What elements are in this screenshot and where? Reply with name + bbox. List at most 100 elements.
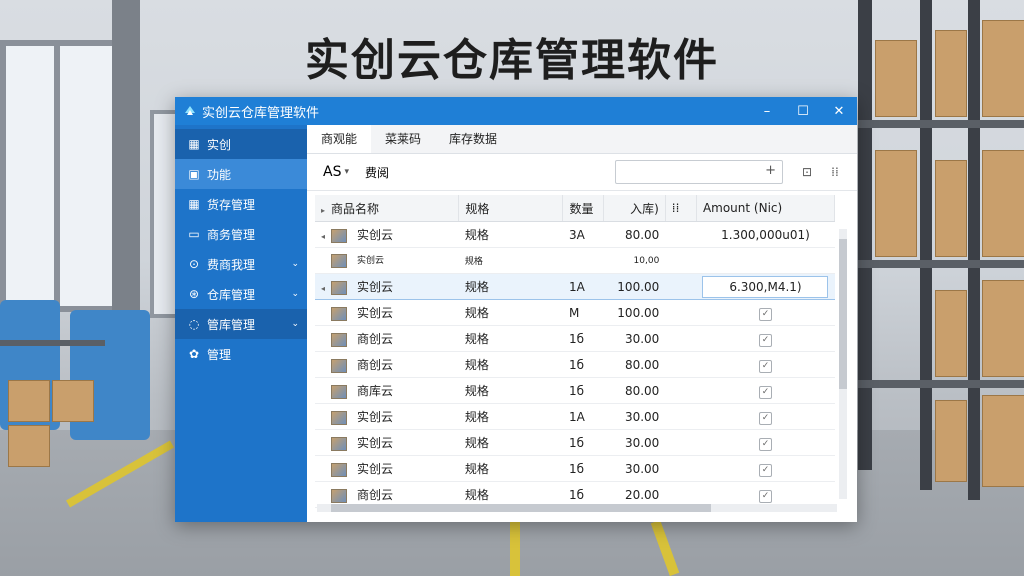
background-box — [982, 395, 1024, 487]
grid-icon: ▦ — [188, 197, 200, 211]
table-row[interactable]: ◂实创云规格1б30.00 ✓ — [315, 455, 835, 482]
cell-spec: 规格 — [458, 221, 563, 248]
table-row[interactable]: ◂商创云规格1б30.00 ✓ — [315, 325, 835, 352]
sidebar-item-business[interactable]: ▭ 商务管理 — [175, 219, 307, 249]
row-checkbox[interactable]: ✓ — [758, 489, 772, 503]
cell-spacer — [665, 247, 697, 274]
chevron-down-icon[interactable]: ▾ — [344, 167, 349, 177]
chevron-down-icon: ⌄ — [291, 259, 299, 269]
cell-amount: ✓ — [696, 377, 835, 404]
folder-icon: ▭ — [188, 227, 200, 241]
cell-qty: 3A — [562, 221, 604, 248]
plus-icon[interactable]: + — [765, 163, 776, 178]
sidebar: ▦ 实创 ▣ 功能 ▦ 货存管理 ▭ 商务管理 ⊙ 费商我理 ⌄ ⊛ 仓库管理 … — [175, 125, 307, 522]
filter-button[interactable]: 费阅 — [365, 164, 389, 181]
column-header-spec[interactable]: 规格 — [458, 195, 564, 222]
cell-spacer — [665, 429, 697, 456]
cell-spec: 规格 — [458, 247, 563, 274]
table-row[interactable]: ◂商创云规格1б80.00 ✓ — [315, 351, 835, 378]
chevron-down-icon: ⌄ — [291, 289, 299, 299]
column-header-in[interactable]: 入库) — [603, 195, 666, 222]
background-box — [875, 150, 917, 257]
sidebar-item-warehouse[interactable]: ⊛ 仓库管理 ⌄ — [175, 279, 307, 309]
caret-left-icon[interactable]: ◂ — [321, 284, 325, 293]
amount-edit-field[interactable]: 6.300,M4.1) — [702, 275, 829, 298]
table-row[interactable]: ◂实创云规格M100.00 ✓ — [315, 299, 835, 326]
caret-left-icon[interactable]: ◂ — [321, 232, 325, 241]
product-thumbnail — [331, 280, 348, 295]
column-header-amount[interactable]: Amount (Nic) — [696, 195, 836, 222]
row-checkbox[interactable]: ✓ — [758, 463, 772, 477]
tab-bar: 商观能 菜莱码 库存数据 — [307, 125, 857, 154]
scroll-thumb[interactable] — [331, 504, 711, 512]
cell-spec: 规格 — [458, 273, 563, 300]
background-box — [982, 280, 1024, 377]
product-thumbnail — [331, 436, 348, 451]
maximize-button[interactable]: ☐ — [785, 104, 821, 119]
amount-value: 1.300,000u01) — [721, 227, 810, 242]
minimize-button[interactable]: – — [749, 104, 785, 119]
product-name: 商创云 — [357, 488, 394, 502]
sidebar-item-stock[interactable]: ▦ 货存管理 — [175, 189, 307, 219]
product-name: 实创云 — [357, 410, 394, 424]
sidebar-item-label: 功能 — [207, 167, 232, 182]
cell-amount: ✓ — [696, 325, 835, 352]
tab-features[interactable]: 商观能 — [307, 125, 372, 153]
table-row[interactable]: ◂实创云规格1A30.00 ✓ — [315, 403, 835, 430]
row-checkbox[interactable]: ✓ — [758, 411, 772, 425]
cell-qty: M — [562, 299, 604, 326]
close-button[interactable]: ✕ — [821, 104, 857, 119]
cell-spec: 规格 — [458, 403, 563, 430]
horizontal-scrollbar[interactable] — [317, 504, 837, 512]
table-row[interactable]: ◂实创云规格 10,00 — [315, 247, 835, 274]
sidebar-item-functions[interactable]: ▣ 功能 — [175, 159, 307, 189]
table-row[interactable]: ◂商库云规格1б80.00 ✓ — [315, 377, 835, 404]
more-icon[interactable]: ⁞⁞ — [821, 165, 849, 179]
tab-inventory-data[interactable]: 库存数据 — [435, 125, 511, 153]
background-box — [935, 160, 967, 257]
vertical-scrollbar[interactable] — [839, 229, 847, 499]
table-row[interactable]: ◂实创云规格1б30.00 ✓ — [315, 429, 835, 456]
box-icon: ▣ — [188, 167, 200, 181]
cell-in: 80.00 — [603, 377, 666, 404]
row-checkbox[interactable]: ✓ — [758, 437, 772, 451]
column-options-icon[interactable]: ⁞⁞ — [665, 195, 697, 222]
row-checkbox[interactable]: ✓ — [758, 307, 772, 321]
table-header-row: ▸ 商品名称 规格 数量 入库) ⁞⁞ Amount (Nic) — [315, 195, 836, 222]
row-checkbox[interactable]: ✓ — [758, 333, 772, 347]
as-selector[interactable]: AS — [323, 164, 341, 180]
search-input[interactable]: + — [615, 160, 783, 184]
product-name: 实创云 — [357, 280, 394, 294]
cell-in: 80.00 — [603, 221, 666, 248]
cell-amount: ✓ — [696, 403, 835, 430]
row-checkbox[interactable]: ✓ — [758, 385, 772, 399]
floor-line — [510, 520, 520, 576]
sidebar-item-admin[interactable]: ✿ 管理 — [175, 339, 307, 369]
cell-qty: 1б — [562, 325, 604, 352]
table-row[interactable]: ◂ 实创云 规格 1A 100.00 6.300,M4.1) — [315, 273, 835, 300]
background-box — [8, 425, 50, 467]
cell-name: ◂实创云 — [315, 455, 459, 482]
row-checkbox[interactable]: ✓ — [758, 359, 772, 373]
tab-barcode[interactable]: 菜莱码 — [371, 125, 435, 153]
background-shelf — [858, 260, 1024, 268]
sidebar-item-expense[interactable]: ⊙ 费商我理 ⌄ — [175, 249, 307, 279]
sidebar-item-depot[interactable]: ◌ 管库管理 ⌄ — [175, 309, 307, 339]
cell-amount: ✓ — [696, 299, 835, 326]
export-icon[interactable]: ⊡ — [793, 165, 821, 179]
sidebar-item-label: 商务管理 — [207, 227, 256, 242]
cell-spacer — [665, 351, 697, 378]
product-name: 实创云 — [357, 436, 394, 450]
column-header-qty[interactable]: 数量 — [562, 195, 605, 222]
background-shelf — [0, 340, 105, 346]
sidebar-item-label: 管理 — [207, 347, 232, 362]
cell-name: ◂商库云 — [315, 377, 459, 404]
cell-qty: 1б — [562, 429, 604, 456]
scroll-thumb[interactable] — [839, 239, 847, 389]
cell-in: 30.00 — [603, 429, 666, 456]
title-bar[interactable]: 实创云仓库管理软件 – ☐ ✕ — [175, 97, 857, 125]
sidebar-item-home[interactable]: ▦ 实创 — [175, 129, 307, 159]
cell-name: ◂实创云 — [315, 429, 459, 456]
table-row[interactable]: ◂ 实创云 规格 3A 80.00 1.300,000u01) — [315, 221, 835, 248]
column-header-name[interactable]: ▸ 商品名称 — [315, 195, 460, 222]
